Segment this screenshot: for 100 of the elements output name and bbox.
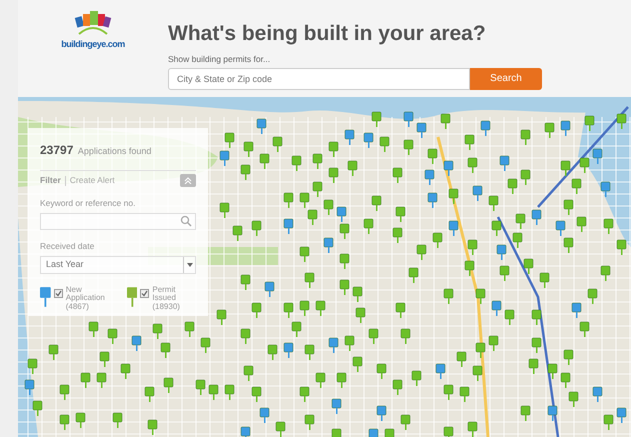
map-pin-icon[interactable] (160, 342, 170, 358)
map-pin-icon[interactable] (368, 428, 378, 437)
map-pin-icon[interactable] (336, 206, 346, 222)
map-pin-icon[interactable] (144, 386, 154, 402)
map-pin-icon[interactable] (476, 288, 486, 304)
map-pin-icon[interactable] (572, 302, 582, 318)
map-pin-icon[interactable] (76, 412, 86, 428)
legend-checkbox[interactable] (54, 288, 63, 298)
map-pin-icon[interactable] (356, 308, 366, 323)
map-pin-icon[interactable] (88, 322, 98, 337)
map-pin-icon[interactable] (60, 414, 70, 430)
map-pin-icon[interactable] (432, 232, 442, 248)
map-pin-icon[interactable] (472, 186, 482, 201)
map-pin-icon[interactable] (488, 196, 498, 211)
map-pin-icon[interactable] (456, 352, 466, 367)
map-pin-icon[interactable] (464, 260, 474, 276)
map-pin-icon[interactable] (408, 268, 418, 283)
map-pin-icon[interactable] (464, 134, 474, 150)
keyword-input[interactable] (40, 212, 196, 230)
map-pin-icon[interactable] (364, 218, 374, 234)
map-pin-icon[interactable] (556, 220, 566, 236)
map-pin-icon[interactable] (348, 160, 358, 176)
map-pin-icon[interactable] (392, 380, 402, 395)
map-pin-icon[interactable] (396, 302, 406, 318)
map-pin-icon[interactable] (292, 156, 302, 171)
map-pin-icon[interactable] (392, 228, 402, 243)
map-pin-icon[interactable] (444, 426, 454, 437)
map-pin-icon[interactable] (316, 300, 326, 316)
map-pin-icon[interactable] (240, 274, 250, 290)
map-pin-icon[interactable] (284, 218, 294, 234)
map-pin-icon[interactable] (28, 358, 38, 374)
map-pin-icon[interactable] (240, 328, 250, 344)
map-pin-icon[interactable] (336, 372, 346, 388)
map-pin-icon[interactable] (372, 112, 382, 127)
panel-tab[interactable]: Create Alert (70, 174, 115, 187)
map-pin-icon[interactable] (440, 114, 450, 129)
map-pin-icon[interactable] (252, 220, 262, 236)
map-pin-icon[interactable] (540, 272, 550, 288)
map-pin-icon[interactable] (148, 420, 158, 435)
map-pin-icon[interactable] (616, 408, 626, 423)
map-pin-icon[interactable] (604, 218, 614, 234)
map-pin-icon[interactable] (404, 112, 414, 127)
map-pin-icon[interactable] (592, 148, 602, 164)
map-pin-icon[interactable] (300, 192, 310, 208)
map-pin-icon[interactable] (468, 158, 478, 173)
map-pin-icon[interactable] (276, 422, 286, 437)
map-pin-icon[interactable] (516, 214, 526, 229)
legend-checkbox[interactable] (140, 288, 150, 298)
map-pin-icon[interactable] (304, 414, 314, 430)
map-pin-icon[interactable] (352, 286, 362, 302)
map-pin-icon[interactable] (196, 380, 206, 395)
map-pin-icon[interactable] (424, 170, 434, 185)
date-select[interactable]: Last Year (40, 256, 196, 274)
map-pin-icon[interactable] (184, 322, 194, 337)
map-pin-icon[interactable] (508, 178, 518, 194)
map-pin-icon[interactable] (616, 114, 626, 129)
map-pin-icon[interactable] (416, 244, 426, 260)
map-pin-icon[interactable] (256, 118, 266, 134)
map-pin-icon[interactable] (200, 338, 210, 353)
map-pin-icon[interactable] (548, 406, 558, 421)
map-pin-icon[interactable] (528, 358, 538, 374)
map-pin-icon[interactable] (376, 406, 386, 421)
map-pin-icon[interactable] (500, 156, 510, 171)
map-pin-icon[interactable] (604, 414, 614, 430)
map-pin-icon[interactable] (216, 310, 226, 325)
map-pin-icon[interactable] (340, 280, 350, 295)
map-pin-icon[interactable] (428, 192, 438, 208)
map-pin-icon[interactable] (392, 168, 402, 183)
map-pin-icon[interactable] (300, 300, 310, 316)
map-pin-icon[interactable] (400, 414, 410, 430)
map-pin-icon[interactable] (600, 182, 610, 197)
map-pin-icon[interactable] (480, 120, 490, 136)
map-pin-icon[interactable] (400, 328, 410, 344)
panel-tab[interactable]: Filter (40, 174, 61, 187)
map-pin-icon[interactable] (328, 168, 338, 183)
map-pin-icon[interactable] (220, 150, 230, 166)
map-pin-icon[interactable] (164, 378, 174, 393)
map-pin-icon[interactable] (220, 202, 230, 218)
map-pin-icon[interactable] (444, 160, 454, 176)
map-pin-icon[interactable] (532, 310, 542, 325)
map-pin-icon[interactable] (60, 384, 70, 400)
map-pin-icon[interactable] (312, 182, 322, 197)
map-pin-icon[interactable] (252, 302, 262, 318)
map-pin-icon[interactable] (616, 240, 626, 255)
map-pin-icon[interactable] (328, 338, 338, 353)
map-pin-icon[interactable] (460, 386, 470, 402)
map-pin-icon[interactable] (520, 170, 530, 185)
map-pin-icon[interactable] (600, 266, 610, 281)
map-pin-icon[interactable] (260, 154, 270, 169)
map-pin-icon[interactable] (312, 154, 322, 169)
map-pin-icon[interactable] (324, 238, 334, 253)
map-pin-icon[interactable] (444, 288, 454, 304)
map-pin-icon[interactable] (284, 192, 294, 208)
collapse-button[interactable] (180, 174, 196, 187)
map-pin-icon[interactable] (472, 366, 482, 381)
map-pin-icon[interactable] (284, 302, 294, 318)
map-pin-icon[interactable] (304, 344, 314, 360)
map-pin-icon[interactable] (404, 140, 414, 155)
map-pin-icon[interactable] (300, 386, 310, 402)
map-pin-icon[interactable] (224, 132, 234, 148)
